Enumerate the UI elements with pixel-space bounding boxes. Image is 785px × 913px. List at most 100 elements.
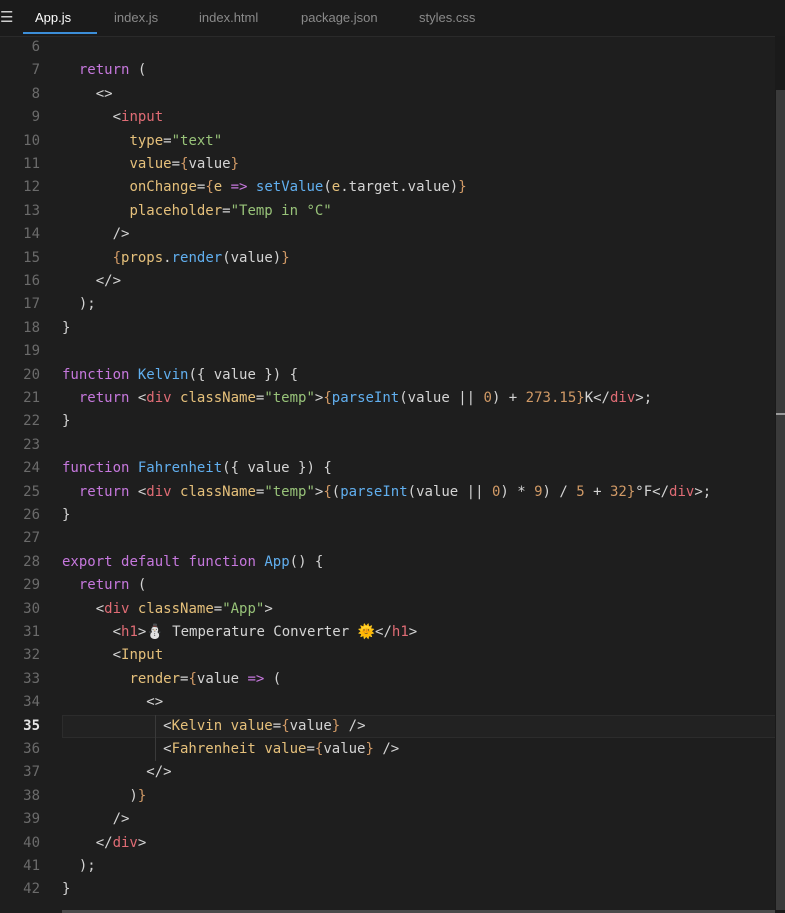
code-line[interactable]: 30 <div className="App"> [0,598,785,621]
code-token: value [289,717,332,734]
code-line[interactable]: 19 [0,340,785,363]
code-line[interactable]: 25 return <div className="temp">{(parseI… [0,481,785,504]
code-token: { [205,179,214,196]
code-line[interactable]: 17 ); [0,293,785,316]
code-token: parseInt [331,390,400,406]
code-line[interactable]: 37 </> [0,761,785,784]
code-token: placeholder [129,202,223,219]
tab-index-html[interactable]: index.html [199,0,258,35]
code-line[interactable]: 28 export default function App() { [0,551,785,574]
code-line[interactable]: 23 [0,434,785,457]
code-token: ( [129,62,147,79]
code-text: )} [62,785,146,808]
code-line[interactable]: 27 [0,527,785,550]
code-line[interactable]: 33 render={value => ( [0,668,785,691]
code-token: >; [635,390,653,406]
code-line[interactable]: 20 function Kelvin({ value }) { [0,364,785,387]
code-token: (value || [407,483,492,500]
line-number: 27 [23,530,40,547]
code-line[interactable]: 42} [0,878,785,901]
code-line[interactable]: 31 <h1>⛄ Temperature Converter 🌞</h1> [0,621,785,644]
code-line[interactable]: 10 type="text" [0,130,785,153]
code-line[interactable]: 32 <Input [0,644,785,667]
code-text: /> [62,808,130,831]
code-line[interactable]: 21 return <div className="temp">{parseIn… [0,387,785,410]
code-line[interactable]: 29 return ( [0,574,785,597]
code-line[interactable]: 40 </div> [0,832,785,855]
line-number: 34 [23,694,40,711]
code-line[interactable]: 36 <Fahrenheit value={value} /> [0,738,785,761]
code-token: value [188,156,231,172]
line-number: 15 [23,249,40,266]
code-line[interactable]: 35 <Kelvin value={value} /> [0,715,785,738]
code-line[interactable]: 8 <> [0,83,785,106]
code-line[interactable]: 34 <> [0,691,785,714]
code-token: Kelvin [171,717,223,734]
code-line[interactable]: 6 [0,36,785,59]
tab-app-js[interactable]: App.js [35,0,71,35]
line-number: 22 [23,413,40,430]
code-text: </div> [62,832,147,855]
code-line[interactable]: 14 /> [0,223,785,246]
code-token: className [137,600,214,617]
code-text: ); [62,293,96,316]
code-token: ({ value }) { [188,366,299,383]
code-line[interactable]: 38 )} [0,785,785,808]
code-line[interactable]: 11 value={value} [0,153,785,176]
tab-index-js[interactable]: index.js [114,0,158,35]
line-number: 42 [23,881,40,898]
line-number: 17 [23,296,40,313]
code-token: value [323,741,366,757]
line-number: 16 [23,273,40,289]
code-token: 5 [576,483,585,500]
code-text: {props.render(value)} [62,247,290,270]
line-number: 33 [23,670,40,687]
code-token: ({ value }) { [222,460,332,477]
vertical-scrollbar-thumb[interactable] [776,90,785,910]
code-token: render [171,249,223,266]
code-line[interactable]: 26} [0,504,785,527]
code-token: return [78,390,130,406]
code-token: ) / [542,483,577,500]
code-token: div [146,483,172,500]
code-editor[interactable]: 67 return (8 <> 9 <input 10 type="text" 11 … [0,36,785,913]
line-number: 9 [31,109,40,126]
line-number: 36 [23,741,40,757]
code-token: } [137,787,147,804]
code-token: ( [323,179,332,196]
code-line[interactable]: 16 </> [0,270,785,293]
code-token: h1 [391,624,409,640]
code-line[interactable]: 41 ); [0,855,785,878]
hamburger-menu-icon[interactable]: ☰ [0,9,14,27]
code-line[interactable]: 9 <input [0,106,785,129]
code-token: + [584,483,610,500]
code-text: } [62,504,70,527]
code-line[interactable]: 18} [0,317,785,340]
code-token: /> [340,717,366,734]
code-token: export [62,553,113,570]
code-line[interactable]: 15 {props.render(value)} [0,247,785,270]
code-line[interactable]: 24 function Fahrenheit({ value }) { [0,457,785,480]
code-line[interactable]: 12 onChange={e => setValue(e.target.valu… [0,176,785,199]
code-line[interactable]: 7 return ( [0,59,785,82]
code-line[interactable]: 22} [0,410,785,433]
code-token: 273.15 [525,390,577,406]
tab-package-json[interactable]: package.json [301,0,378,35]
code-token: </> [62,764,172,781]
code-token: /> [62,811,130,828]
line-number: 39 [23,811,40,828]
code-line[interactable]: 13 placeholder="Temp in °C" [0,200,785,223]
line-number: 37 [23,764,40,781]
code-token: °F</ [635,483,670,500]
code-line[interactable]: 39 /> [0,808,785,831]
code-text: } [62,878,70,901]
line-number: 19 [23,343,40,360]
line-number: 7 [31,62,40,79]
tab-styles-css[interactable]: styles.css [419,0,475,35]
code-token: value [230,717,273,734]
